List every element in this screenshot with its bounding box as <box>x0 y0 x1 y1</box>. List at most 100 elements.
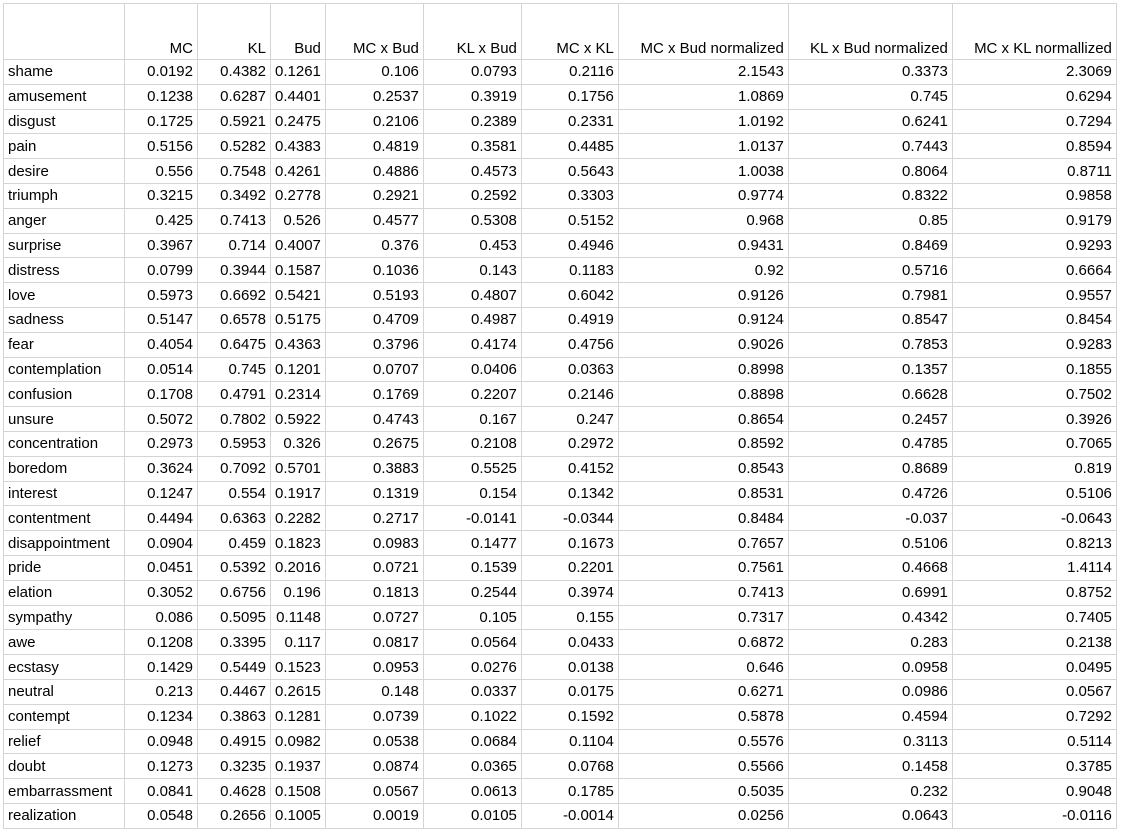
value-cell[interactable]: 0.0768 <box>520 753 619 780</box>
value-cell[interactable]: 0.3883 <box>324 455 424 482</box>
value-cell[interactable]: 0.7657 <box>617 530 789 556</box>
value-cell[interactable]: 2.1543 <box>617 59 789 85</box>
column-header[interactable]: Bud <box>270 3 326 60</box>
value-cell[interactable]: 0.7092 <box>197 455 271 482</box>
value-cell[interactable]: 0.0948 <box>124 728 198 755</box>
value-cell[interactable]: 0.0739 <box>324 703 424 730</box>
value-cell[interactable]: -0.0014 <box>520 802 619 829</box>
value-cell[interactable]: 0.0019 <box>324 802 424 829</box>
value-cell[interactable]: 0.3974 <box>520 579 619 606</box>
value-cell[interactable]: 0.0363 <box>520 356 619 383</box>
value-cell[interactable]: 0.1104 <box>520 728 619 755</box>
column-header[interactable]: MC x KL <box>520 3 619 60</box>
value-cell[interactable]: 0.6628 <box>787 381 953 408</box>
value-cell[interactable]: 0.2972 <box>520 430 619 457</box>
value-cell[interactable]: 0.2282 <box>270 505 326 532</box>
emotion-label-cell[interactable]: neutral <box>3 678 125 705</box>
value-cell[interactable]: 0.0841 <box>124 778 198 804</box>
emotion-label-cell[interactable]: doubt <box>3 753 125 780</box>
value-cell[interactable]: 0.92 <box>617 257 789 284</box>
value-cell[interactable]: 0.7981 <box>787 282 953 308</box>
value-cell[interactable]: 0.1725 <box>124 108 198 135</box>
value-cell[interactable]: 0.1201 <box>270 356 326 383</box>
value-cell[interactable]: 0.5114 <box>951 728 1117 755</box>
value-cell[interactable]: -0.0643 <box>951 505 1117 532</box>
value-cell[interactable]: -0.037 <box>787 505 953 532</box>
value-cell[interactable]: 0.6042 <box>520 282 619 308</box>
value-cell[interactable]: 0.1342 <box>520 480 619 507</box>
value-cell[interactable]: 0.5193 <box>324 282 424 308</box>
value-cell[interactable]: 0.9293 <box>951 232 1117 259</box>
value-cell[interactable]: 0.1756 <box>520 83 619 110</box>
value-cell[interactable]: 0.459 <box>197 530 271 556</box>
value-cell[interactable]: 0.3863 <box>197 703 271 730</box>
value-cell[interactable]: 0.7405 <box>951 604 1117 631</box>
value-cell[interactable]: 0.0817 <box>324 629 424 656</box>
value-cell[interactable]: 0.7548 <box>197 158 271 184</box>
value-cell[interactable]: 0.1477 <box>422 530 522 556</box>
value-cell[interactable]: 0.6475 <box>197 331 271 358</box>
value-cell[interactable]: 0.5282 <box>197 133 271 160</box>
value-cell[interactable]: 0.1357 <box>787 356 953 383</box>
value-cell[interactable]: 0.714 <box>197 232 271 259</box>
value-cell[interactable]: 0.0958 <box>787 654 953 680</box>
value-cell[interactable]: 0.3944 <box>197 257 271 284</box>
value-cell[interactable]: 0.3303 <box>520 182 619 209</box>
value-cell[interactable]: 0.4668 <box>787 554 953 581</box>
column-header[interactable]: MC x Bud <box>324 3 424 60</box>
value-cell[interactable]: 0.0548 <box>124 802 198 829</box>
value-cell[interactable]: 0.3785 <box>951 753 1117 780</box>
value-cell[interactable]: 0.9557 <box>951 282 1117 308</box>
value-cell[interactable]: 0.326 <box>270 430 326 457</box>
value-cell[interactable]: 0.1247 <box>124 480 198 507</box>
value-cell[interactable]: 0.2675 <box>324 430 424 457</box>
value-cell[interactable]: 0.155 <box>520 604 619 631</box>
value-cell[interactable]: 0.143 <box>422 257 522 284</box>
header-cell-empty[interactable] <box>3 3 125 60</box>
emotion-label-cell[interactable]: pain <box>3 133 125 160</box>
value-cell[interactable]: 0.2389 <box>422 108 522 135</box>
emotion-label-cell[interactable]: awe <box>3 629 125 656</box>
value-cell[interactable]: 0.0904 <box>124 530 198 556</box>
value-cell[interactable]: 0.968 <box>617 207 789 234</box>
value-cell[interactable]: 0.4577 <box>324 207 424 234</box>
value-cell[interactable]: 0.4987 <box>422 306 522 333</box>
value-cell[interactable]: 0.5878 <box>617 703 789 730</box>
emotion-label-cell[interactable]: pride <box>3 554 125 581</box>
value-cell[interactable]: 0.4819 <box>324 133 424 160</box>
column-header[interactable]: KL x Bud normalized <box>787 3 953 60</box>
value-cell[interactable]: 0.2331 <box>520 108 619 135</box>
value-cell[interactable]: 0.3926 <box>951 406 1117 432</box>
value-cell[interactable]: 0.0175 <box>520 678 619 705</box>
value-cell[interactable]: 0.4382 <box>197 59 271 85</box>
value-cell[interactable]: 0.0105 <box>422 802 522 829</box>
value-cell[interactable]: 0.2314 <box>270 381 326 408</box>
value-cell[interactable]: 0.7561 <box>617 554 789 581</box>
value-cell[interactable]: 0.5716 <box>787 257 953 284</box>
value-cell[interactable]: 0.2108 <box>422 430 522 457</box>
value-cell[interactable]: 0.196 <box>270 579 326 606</box>
value-cell[interactable]: 0.6692 <box>197 282 271 308</box>
value-cell[interactable]: 0.6664 <box>951 257 1117 284</box>
value-cell[interactable]: 0.2201 <box>520 554 619 581</box>
value-cell[interactable]: 0.0986 <box>787 678 953 705</box>
value-cell[interactable]: 0.526 <box>270 207 326 234</box>
value-cell[interactable]: 0.0433 <box>520 629 619 656</box>
value-cell[interactable]: 0.745 <box>197 356 271 383</box>
emotion-label-cell[interactable]: unsure <box>3 406 125 432</box>
value-cell[interactable]: 0.453 <box>422 232 522 259</box>
value-cell[interactable]: 0.4174 <box>422 331 522 358</box>
value-cell[interactable]: 0.4485 <box>520 133 619 160</box>
value-cell[interactable]: 0.1508 <box>270 778 326 804</box>
value-cell[interactable]: 0.2146 <box>520 381 619 408</box>
value-cell[interactable]: 0.1273 <box>124 753 198 780</box>
value-cell[interactable]: 0.232 <box>787 778 953 804</box>
value-cell[interactable]: 0.1937 <box>270 753 326 780</box>
value-cell[interactable]: 0.0874 <box>324 753 424 780</box>
value-cell[interactable]: 0.3113 <box>787 728 953 755</box>
value-cell[interactable]: 0.8547 <box>787 306 953 333</box>
value-cell[interactable]: 0.0495 <box>951 654 1117 680</box>
emotion-label-cell[interactable]: surprise <box>3 232 125 259</box>
emotion-label-cell[interactable]: contempt <box>3 703 125 730</box>
value-cell[interactable]: 0.2615 <box>270 678 326 705</box>
